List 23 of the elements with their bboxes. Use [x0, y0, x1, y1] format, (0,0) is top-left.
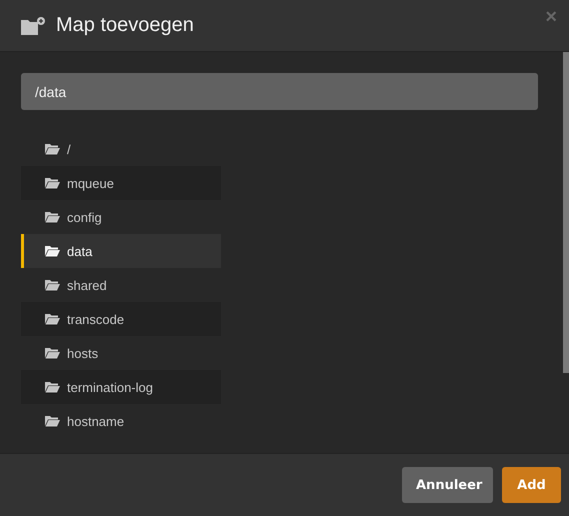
folder-icon — [44, 211, 60, 223]
folder-icon — [44, 143, 60, 155]
folder-item[interactable]: config — [21, 200, 221, 234]
path-field[interactable]: /data — [21, 73, 538, 110]
folder-item[interactable]: hosts — [21, 336, 221, 370]
folder-icon — [44, 177, 60, 189]
folder-icon — [44, 347, 60, 359]
folder-item[interactable]: data — [21, 234, 221, 268]
folder-icon — [44, 279, 60, 291]
folder-item[interactable]: mqueue — [21, 166, 221, 200]
folder-item[interactable]: shared — [21, 268, 221, 302]
folder-icon — [44, 313, 60, 325]
scrollbar-thumb[interactable] — [563, 52, 569, 373]
folder-icon — [44, 245, 60, 257]
cancel-button[interactable]: Annuleer — [402, 467, 493, 503]
folder-item[interactable]: hostname — [21, 404, 221, 438]
add-folder-icon — [20, 16, 46, 36]
folder-item[interactable]: transcode — [21, 302, 221, 336]
folder-item[interactable]: / — [21, 132, 221, 166]
dialog-title: Map toevoegen — [56, 14, 194, 37]
folder-item[interactable]: termination-log — [21, 370, 221, 404]
folder-icon — [44, 381, 60, 393]
folder-icon — [44, 415, 60, 427]
